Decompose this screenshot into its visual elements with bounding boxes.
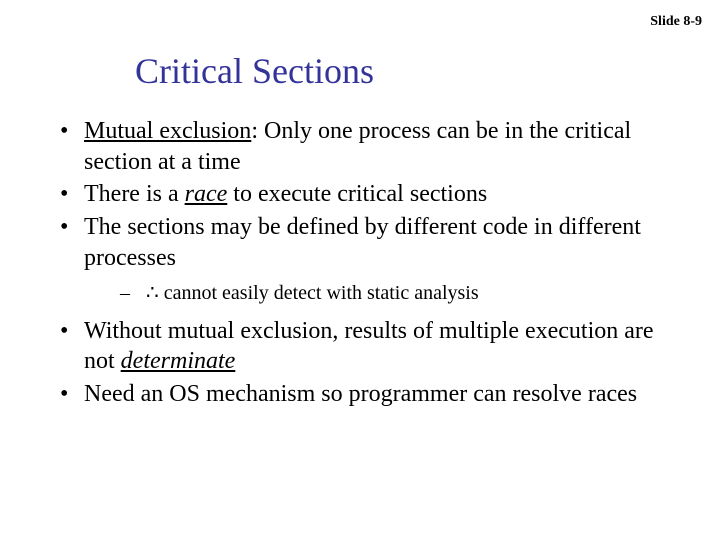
sub-bullet-text: cannot easily detect with static analysi…	[159, 282, 479, 304]
term-mutual-exclusion: Mutual exclusion	[84, 118, 251, 144]
bullet-item: Mutual exclusion: Only one process can b…	[50, 116, 670, 177]
sub-bullet-item: ∴ cannot easily detect with static analy…	[84, 280, 670, 306]
term-race: race	[185, 181, 228, 207]
sub-bullet-list: ∴ cannot easily detect with static analy…	[84, 280, 670, 306]
bullet-item: The sections may be defined by different…	[50, 212, 670, 305]
bullet-text: Need an OS mechanism so programmer can r…	[84, 381, 637, 407]
therefore-symbol: ∴	[146, 282, 159, 304]
bullet-item: Without mutual exclusion, results of mul…	[50, 316, 670, 377]
slide-content: Mutual exclusion: Only one process can b…	[50, 116, 670, 412]
bullet-list: Mutual exclusion: Only one process can b…	[50, 116, 670, 410]
slide: Slide 8-9 Critical Sections Mutual exclu…	[0, 0, 720, 540]
bullet-text: The sections may be defined by different…	[84, 214, 641, 271]
bullet-item: Need an OS mechanism so programmer can r…	[50, 379, 670, 410]
bullet-text: to execute critical sections	[227, 181, 487, 207]
slide-number: Slide 8-9	[650, 14, 702, 30]
term-determinate: determinate	[121, 348, 236, 374]
bullet-text: There is a	[84, 181, 185, 207]
slide-title: Critical Sections	[135, 50, 374, 92]
bullet-item: There is a race to execute critical sect…	[50, 179, 670, 210]
